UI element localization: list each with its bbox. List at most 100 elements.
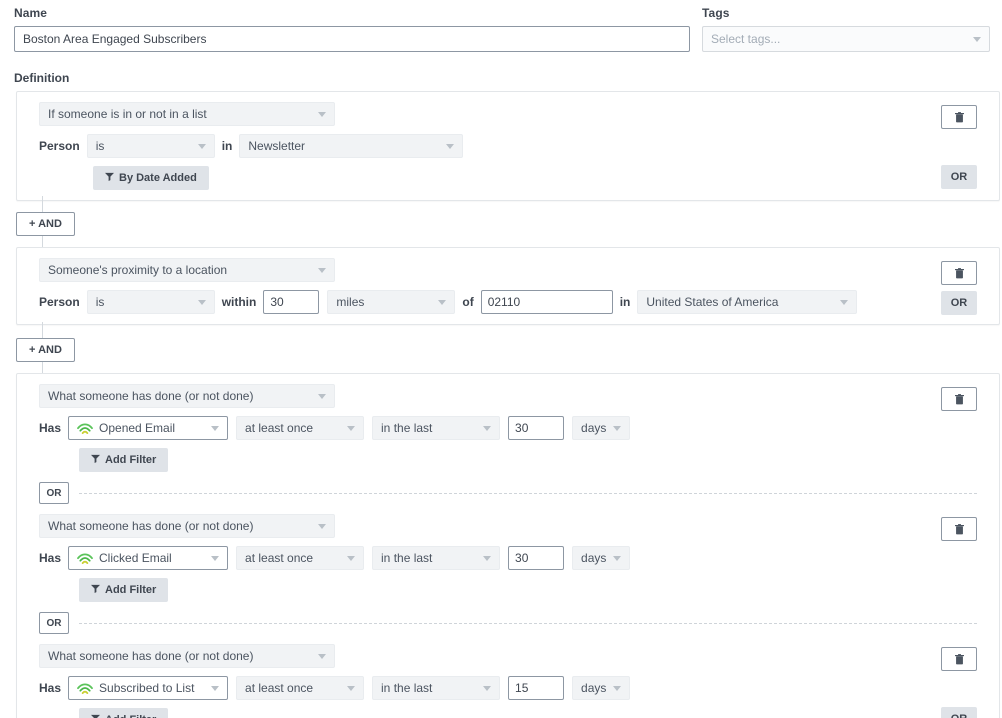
timeframe-value: in the last	[381, 681, 433, 695]
country-joiner-label: in	[619, 295, 631, 309]
country-select[interactable]: United States of America	[637, 290, 858, 314]
frequency-select[interactable]: at least once	[236, 416, 365, 440]
amount-input[interactable]	[508, 676, 565, 700]
add-filter-button[interactable]: Add Filter	[79, 448, 169, 472]
amount-input[interactable]	[508, 546, 565, 570]
chevron-down-icon	[197, 300, 206, 305]
period-select[interactable]: days	[572, 546, 631, 570]
delete-condition-button[interactable]	[941, 261, 977, 285]
condition-card-list: If someone is in or not in a list Person…	[16, 91, 1000, 201]
chevron-down-icon	[318, 268, 326, 273]
zip-input[interactable]	[480, 290, 613, 314]
person-label: Person	[39, 295, 80, 309]
frequency-value: at least once	[245, 551, 314, 565]
by-date-added-button[interactable]: By Date Added	[93, 166, 209, 190]
add-filter-label: Add Filter	[105, 454, 157, 466]
amount-input[interactable]	[508, 416, 565, 440]
chevron-down-icon	[483, 686, 492, 691]
activity-condition-b: What someone has done (or not done) Has	[17, 514, 999, 602]
condition-card-proximity: Someone's proximity to a location Person…	[16, 247, 1000, 325]
delete-condition-button[interactable]	[941, 517, 977, 541]
add-filter-button[interactable]: Add Filter	[79, 578, 169, 602]
or-separator-button[interactable]: OR	[39, 482, 69, 504]
activity-condition-row: Has Clicked Email at least once in the l…	[17, 546, 999, 570]
dashed-divider	[79, 622, 977, 624]
chevron-down-icon	[483, 556, 492, 561]
add-filter-row: Add Filter	[17, 708, 999, 718]
distance-input[interactable]	[263, 290, 320, 314]
add-filter-row: Add Filter	[17, 448, 999, 472]
proximity-condition-row: Person is within miles of in United Stat…	[17, 290, 999, 314]
chevron-down-icon	[347, 686, 356, 691]
or-separator: OR	[17, 482, 999, 504]
or-separator-button[interactable]: OR	[39, 612, 69, 634]
or-button[interactable]: OR	[941, 707, 977, 718]
timeframe-select[interactable]: in the last	[372, 416, 501, 440]
by-date-added-label: By Date Added	[119, 172, 197, 184]
list-operator-select[interactable]: is	[86, 134, 215, 158]
period-select[interactable]: days	[572, 676, 631, 700]
or-button[interactable]: OR	[941, 291, 977, 315]
period-select[interactable]: days	[572, 416, 631, 440]
tags-select[interactable]: Select tags...	[702, 26, 990, 52]
condition-type-select[interactable]: If someone is in or not in a list	[39, 102, 335, 126]
metric-select[interactable]: Opened Email	[68, 416, 229, 440]
chevron-down-icon	[347, 426, 356, 431]
name-label: Name	[14, 6, 48, 20]
condition-type-select[interactable]: What someone has done (or not done)	[39, 644, 335, 668]
or-button[interactable]: OR	[941, 165, 977, 189]
chevron-down-icon	[613, 426, 622, 431]
delete-condition-button[interactable]	[941, 105, 977, 129]
period-value: days	[581, 551, 607, 565]
delete-condition-button[interactable]	[941, 387, 977, 411]
frequency-value: at least once	[245, 421, 314, 435]
metric-select[interactable]: Clicked Email	[68, 546, 229, 570]
chevron-down-icon	[318, 112, 326, 117]
frequency-select[interactable]: at least once	[236, 546, 365, 570]
timeframe-select[interactable]: in the last	[372, 676, 501, 700]
or-button-label: OR	[951, 713, 968, 718]
add-and-button[interactable]: + AND	[16, 212, 75, 236]
of-label: of	[462, 295, 474, 309]
or-separator: OR	[17, 612, 999, 634]
tags-label: Tags	[702, 6, 730, 20]
add-and-label: + AND	[29, 344, 62, 356]
timeframe-select[interactable]: in the last	[372, 546, 501, 570]
metric-select[interactable]: Subscribed to List	[68, 676, 229, 700]
chevron-down-icon	[211, 556, 220, 561]
condition-type-select[interactable]: What someone has done (or not done)	[39, 384, 335, 408]
or-separator-label: OR	[46, 617, 62, 629]
proximity-operator-value: is	[95, 295, 105, 309]
chevron-down-icon	[197, 144, 206, 149]
chevron-down-icon	[347, 556, 356, 561]
condition-type-value: Someone's proximity to a location	[48, 263, 228, 277]
condition-type-row: Someone's proximity to a location	[17, 258, 999, 282]
metric-value: Opened Email	[99, 421, 176, 435]
add-filter-label: Add Filter	[105, 709, 156, 718]
distance-unit-select[interactable]: miles	[327, 290, 456, 314]
chevron-down-icon	[438, 300, 447, 305]
condition-type-select[interactable]: What someone has done (or not done)	[39, 514, 335, 538]
frequency-select[interactable]: at least once	[236, 676, 365, 700]
metric-value: Clicked Email	[99, 551, 172, 565]
definition-label: Definition	[14, 71, 70, 85]
name-input[interactable]	[14, 26, 690, 52]
distance-unit-value: miles	[336, 295, 365, 309]
metric-signal-icon	[77, 551, 93, 565]
chevron-down-icon	[613, 686, 622, 691]
metric-signal-icon	[77, 681, 93, 695]
condition-group-2: Someone's proximity to a location Person…	[16, 247, 1000, 325]
condition-type-row: If someone is in or not in a list	[17, 102, 999, 126]
trash-icon	[954, 393, 964, 404]
proximity-operator-select[interactable]: is	[86, 290, 215, 314]
list-name-select[interactable]: Newsletter	[239, 134, 464, 158]
condition-type-select[interactable]: Someone's proximity to a location	[39, 258, 335, 282]
chevron-down-icon	[446, 144, 455, 149]
trash-icon	[954, 523, 964, 534]
add-and-label: + AND	[29, 218, 62, 230]
add-and-button[interactable]: + AND	[16, 338, 75, 362]
condition-card-activity: What someone has done (or not done) Has …	[16, 373, 1000, 718]
add-filter-button[interactable]: Add Filter	[79, 708, 169, 718]
delete-condition-button[interactable]	[941, 647, 977, 671]
chevron-down-icon	[211, 426, 220, 431]
